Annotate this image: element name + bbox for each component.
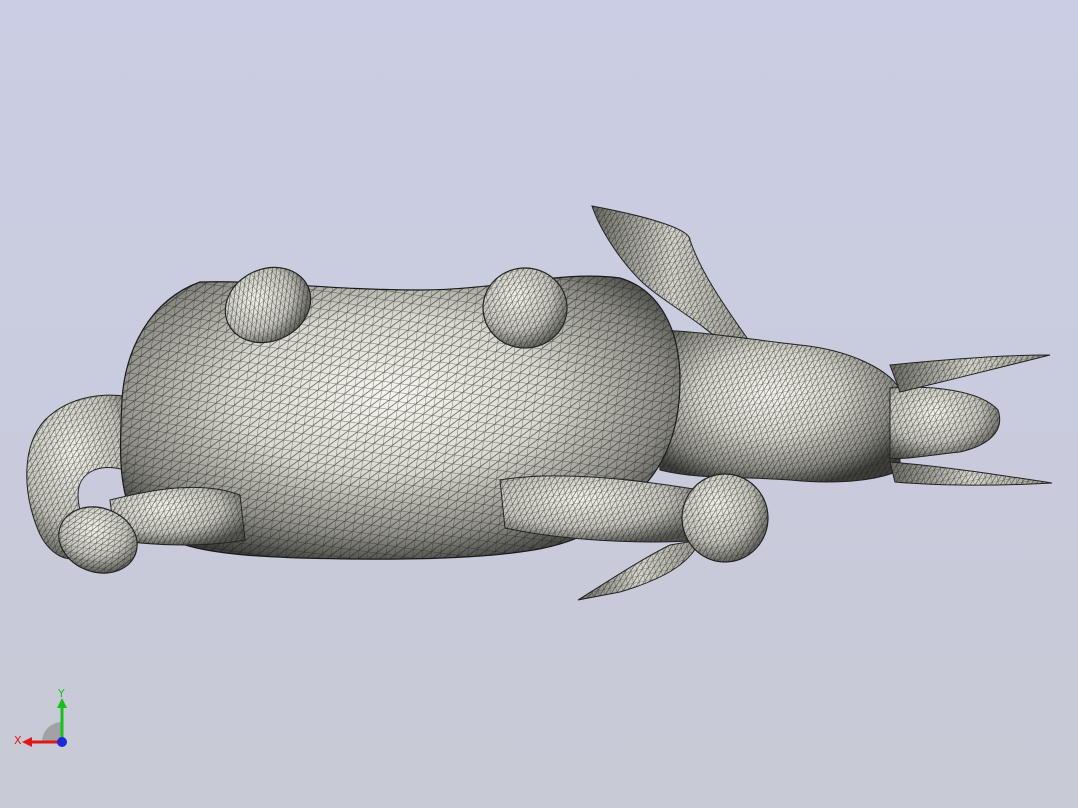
3d-viewport[interactable]: Y X	[0, 0, 1078, 808]
hoof-front-upper	[482, 267, 568, 349]
x-axis-arrow-icon	[22, 737, 32, 747]
horn-upper	[889, 354, 1051, 393]
view-orientation-triad[interactable]: Y X	[10, 686, 80, 756]
head	[649, 329, 1001, 483]
horn-lower	[889, 461, 1053, 486]
x-axis-label: X	[14, 734, 22, 747]
y-axis-label: Y	[57, 687, 65, 700]
front-leg-lower	[499, 475, 706, 543]
hoof-front-lower	[681, 473, 769, 563]
cow-mesh-model[interactable]	[0, 0, 1078, 808]
z-axis-dot	[57, 737, 67, 747]
ear-lower	[577, 539, 701, 601]
